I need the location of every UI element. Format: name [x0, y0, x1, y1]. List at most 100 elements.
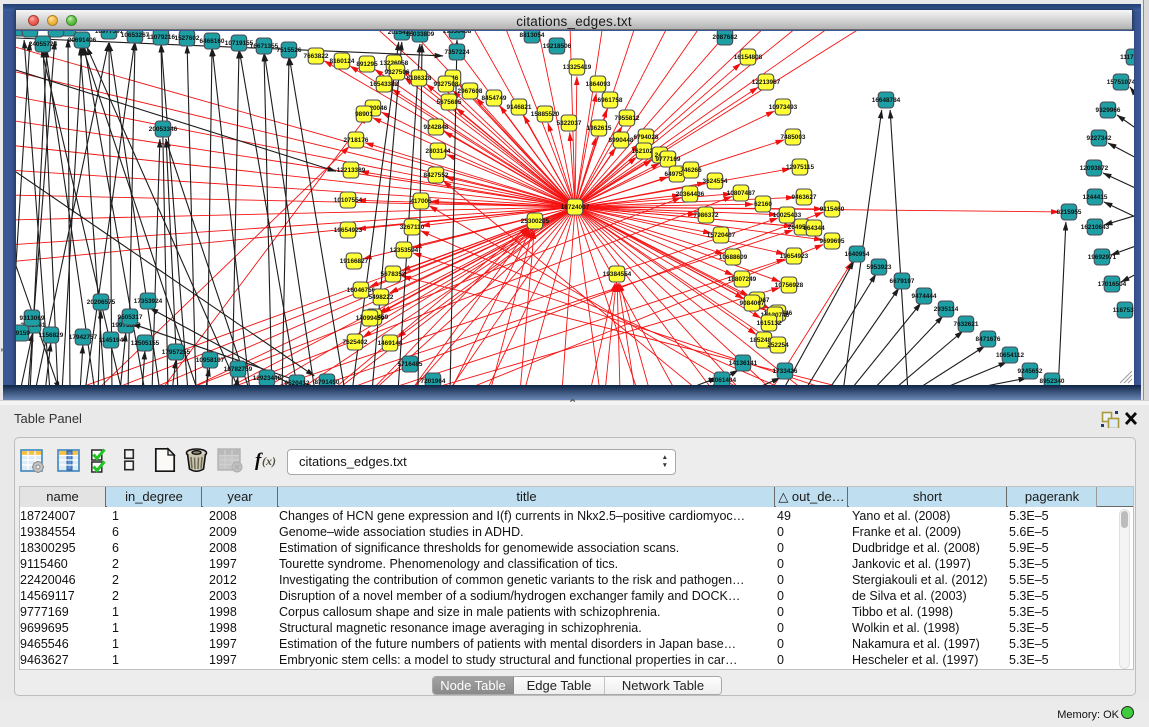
svg-text:2087682: 2087682: [713, 34, 738, 41]
svg-text:2718176: 2718176: [344, 137, 369, 144]
svg-text:7485003: 7485003: [781, 134, 806, 141]
svg-text:18724007: 18724007: [561, 204, 590, 211]
svg-text:12923448: 12923448: [253, 375, 282, 382]
svg-text:16046756: 16046756: [347, 287, 376, 294]
svg-text:6794028: 6794028: [634, 134, 659, 141]
svg-text:16546934: 16546934: [16, 31, 45, 33]
svg-text:1167533: 1167533: [1113, 307, 1134, 314]
svg-text:12975115: 12975115: [786, 164, 815, 171]
svg-text:1640954: 1640954: [845, 251, 870, 258]
svg-text:7632621: 7632621: [954, 321, 979, 328]
svg-text:10025433: 10025433: [773, 212, 802, 219]
svg-text:17942757: 17942757: [69, 334, 98, 341]
svg-text:7955812: 7955812: [615, 115, 640, 122]
svg-text:13325419: 13325419: [563, 64, 592, 71]
svg-text:1145194: 1145194: [99, 337, 124, 344]
svg-text:39159: 39159: [16, 330, 30, 337]
svg-text:10653267: 10653267: [121, 32, 150, 39]
svg-text:8160124: 8160124: [330, 58, 355, 65]
svg-text:10107554: 10107554: [334, 197, 363, 204]
svg-text:9474444: 9474444: [912, 293, 937, 300]
svg-text:98901: 98901: [355, 111, 373, 118]
svg-text:19692971: 19692971: [1088, 254, 1117, 261]
svg-text:9115460: 9115460: [820, 206, 845, 213]
svg-text:11079216: 11079216: [147, 34, 176, 41]
svg-text:9245652: 9245652: [1018, 368, 1043, 375]
svg-text:10958107: 10958107: [196, 357, 225, 364]
svg-text:8215955: 8215955: [1057, 209, 1082, 216]
svg-text:20206575: 20206575: [87, 299, 116, 306]
svg-text:16210643: 16210643: [1081, 224, 1110, 231]
svg-text:964344: 964344: [803, 225, 825, 232]
svg-text:17957255: 17957255: [162, 349, 191, 356]
svg-text:9162263: 9162263: [44, 31, 69, 33]
svg-text:2803144: 2803144: [426, 148, 451, 155]
svg-text:10973493: 10973493: [769, 104, 798, 111]
svg-text:8813054: 8813054: [520, 32, 545, 39]
svg-text:9699695: 9699695: [820, 238, 845, 245]
svg-text:12213389: 12213389: [337, 167, 366, 174]
svg-text:19336468: 19336468: [443, 31, 472, 35]
svg-text:8454749: 8454749: [482, 95, 507, 102]
svg-text:19218506: 19218506: [543, 43, 572, 50]
svg-text:18977391: 18977391: [95, 31, 124, 35]
svg-text:6679197: 6679197: [890, 278, 915, 285]
svg-text:16154808: 16154808: [734, 54, 763, 61]
svg-text:19384554: 19384554: [603, 271, 632, 278]
svg-text:16648784: 16648784: [872, 97, 901, 104]
svg-text:9227342: 9227342: [1087, 135, 1112, 142]
svg-text:11172225: 11172225: [1120, 54, 1134, 61]
svg-text:1469144: 1469144: [378, 340, 403, 347]
svg-text:20691406: 20691406: [68, 37, 97, 44]
svg-text:5678352: 5678352: [381, 271, 406, 278]
svg-text:15720407: 15720407: [707, 232, 736, 239]
svg-text:16671355: 16671355: [250, 43, 279, 50]
svg-text:9242848: 9242848: [424, 124, 449, 131]
svg-text:(x): (x): [262, 454, 276, 468]
svg-text:9463627: 9463627: [792, 194, 817, 201]
svg-text:15885520: 15885520: [531, 111, 560, 118]
svg-text:10807487: 10807487: [727, 190, 756, 197]
svg-text:17353924: 17353924: [134, 298, 163, 305]
svg-text:12213967: 12213967: [752, 79, 781, 86]
svg-text:12093872: 12093872: [1080, 165, 1109, 172]
svg-text:1362615: 1362615: [587, 125, 612, 132]
svg-text:5675685: 5675685: [437, 99, 462, 106]
svg-text:9777169: 9777169: [656, 156, 681, 163]
svg-text:11061404: 11061404: [708, 377, 737, 384]
svg-text:16543382: 16543382: [370, 81, 399, 88]
svg-text:24055724: 24055724: [29, 41, 58, 48]
svg-text:7986372: 7986372: [694, 212, 719, 219]
svg-text:19166827: 19166827: [340, 258, 369, 265]
svg-text:14136141: 14136141: [729, 360, 758, 367]
svg-text:3624554: 3624554: [703, 178, 728, 185]
svg-text:7625402: 7625402: [343, 339, 368, 346]
svg-text:5322037: 5322037: [557, 120, 582, 127]
svg-text:9146821: 9146821: [507, 104, 532, 111]
svg-text:1156829: 1156829: [39, 332, 64, 339]
svg-text:891295: 891295: [356, 61, 378, 68]
svg-text:3267110: 3267110: [400, 224, 425, 231]
svg-text:1615132: 1615132: [757, 320, 782, 327]
svg-text:10756928: 10756928: [775, 282, 804, 289]
svg-text:5498222: 5498222: [369, 294, 394, 301]
svg-text:19654923: 19654923: [780, 253, 809, 260]
svg-text:8952340: 8952340: [1040, 378, 1065, 385]
svg-text:8427552: 8427552: [424, 172, 449, 179]
svg-text:7357224: 7357224: [445, 49, 470, 56]
svg-text:18807249: 18807249: [728, 276, 757, 283]
svg-text:417006: 417006: [410, 198, 432, 205]
svg-text:12353594: 12353594: [390, 247, 419, 254]
svg-text:6961758: 6961758: [598, 97, 623, 104]
svg-text:9505317: 9505317: [118, 314, 143, 321]
svg-text:20053346: 20053346: [149, 126, 178, 133]
svg-text:8186328: 8186328: [407, 75, 432, 82]
svg-text:17016504: 17016504: [1098, 281, 1127, 288]
svg-text:25300205: 25300205: [521, 218, 550, 225]
svg-text:7663822: 7663822: [304, 53, 329, 60]
svg-text:1733426: 1733426: [773, 368, 798, 375]
svg-text:1527602: 1527602: [175, 35, 200, 42]
svg-text:20364436: 20364436: [676, 191, 705, 198]
svg-text:15751074: 15751074: [1107, 79, 1134, 86]
svg-text:10688609: 10688609: [719, 254, 748, 261]
